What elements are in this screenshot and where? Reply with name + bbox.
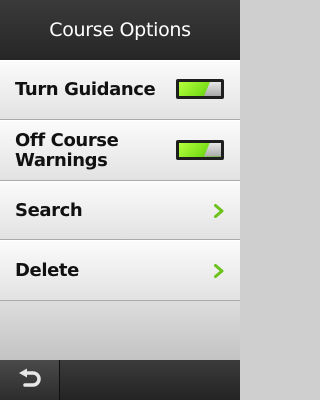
search-item[interactable]: Search <box>0 181 240 240</box>
options-list: Turn Guidance Off Course Warnings Search… <box>0 60 240 301</box>
toggle-knob <box>204 142 221 157</box>
footer-empty <box>60 360 240 400</box>
turn-guidance-toggle[interactable] <box>176 79 224 99</box>
delete-label: Delete <box>15 259 79 281</box>
back-button[interactable] <box>0 360 60 400</box>
turn-guidance-item[interactable]: Turn Guidance <box>0 60 240 120</box>
header-bar: Course Options <box>0 0 240 60</box>
chevron-right-icon <box>214 263 224 278</box>
back-arrow-icon <box>18 368 41 387</box>
off-course-warnings-label: Off Course Warnings <box>15 129 119 171</box>
off-course-warnings-toggle[interactable] <box>176 139 224 160</box>
page-title: Course Options <box>49 19 191 41</box>
empty-list-area <box>0 301 240 360</box>
off-course-warnings-item[interactable]: Off Course Warnings <box>0 120 240 181</box>
chevron-right-icon <box>214 203 224 218</box>
search-label: Search <box>15 199 83 221</box>
toggle-on-indicator <box>179 82 221 96</box>
toggle-knob <box>204 82 221 96</box>
delete-item[interactable]: Delete <box>0 240 240 301</box>
toggle-on-indicator <box>179 142 221 157</box>
turn-guidance-label: Turn Guidance <box>15 79 156 100</box>
footer-bar <box>0 360 240 400</box>
